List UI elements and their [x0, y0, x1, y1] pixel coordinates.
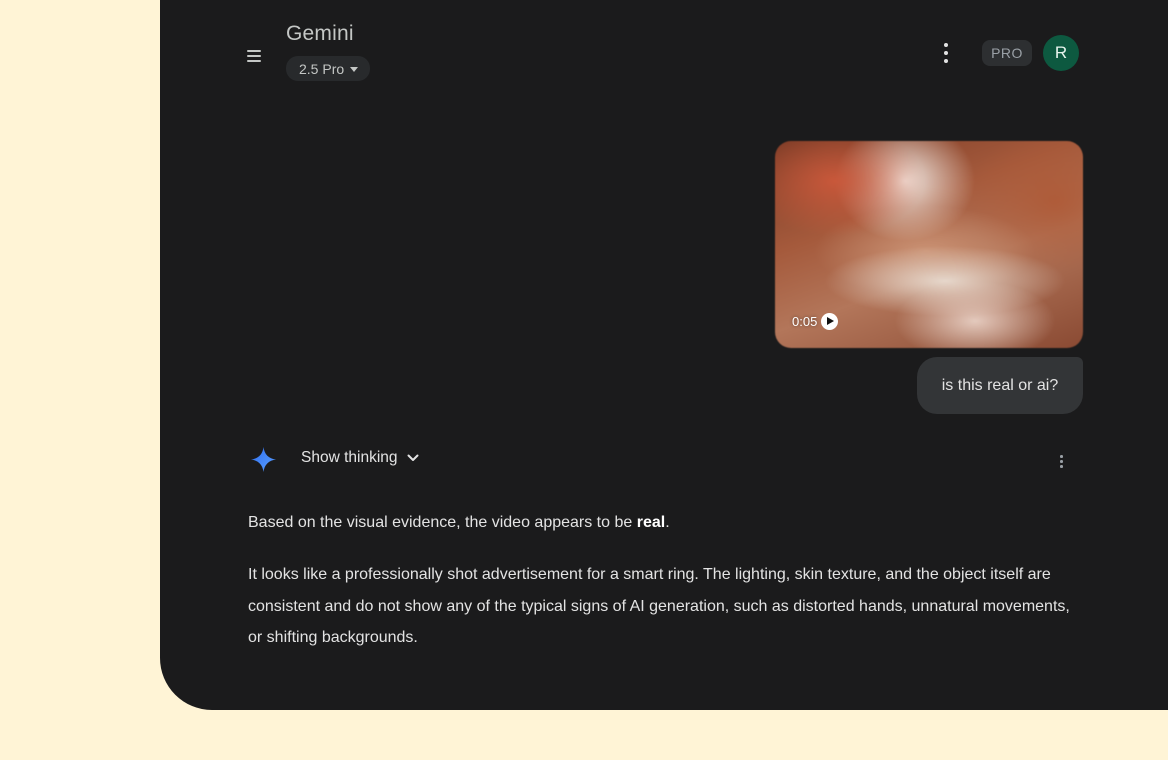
- more-vert-icon-dot: [944, 51, 948, 55]
- more-options-button[interactable]: [936, 40, 956, 66]
- more-vert-icon: [944, 43, 948, 47]
- more-vert-icon-dot: [1060, 460, 1063, 463]
- response-paragraph-2: It looks like a professionally shot adve…: [248, 566, 1070, 646]
- user-message-bubble: is this real or ai?: [917, 357, 1083, 414]
- menu-icon-bar: [247, 60, 261, 62]
- model-label: 2.5 Pro: [299, 60, 345, 77]
- video-duration: 0:05: [792, 314, 818, 329]
- caret-down-icon: [350, 66, 359, 72]
- more-vert-icon-dot: [1060, 465, 1063, 468]
- response-more-options-button[interactable]: [1054, 452, 1068, 470]
- play-icon[interactable]: [821, 313, 839, 330]
- app-title: Gemini: [286, 22, 354, 45]
- user-message-text: is this real or ai?: [941, 376, 1059, 394]
- menu-icon-bar: [247, 55, 261, 57]
- show-thinking-toggle[interactable]: Show thinking: [301, 449, 420, 467]
- pro-badge: PRO: [982, 40, 1032, 66]
- gemini-sparkle-icon: [250, 446, 277, 473]
- response-p1-bold: real: [636, 514, 666, 531]
- video-duration-overlay: 0:05: [792, 313, 839, 330]
- response-paragraph-1: Based on the visual evidence, the video …: [248, 511, 670, 535]
- more-vert-icon: [1060, 455, 1063, 458]
- show-thinking-label: Show thinking: [301, 449, 398, 466]
- menu-button[interactable]: [244, 46, 264, 66]
- app-window: Gemini 2.5 Pro PRO R 0:05 is this real o…: [160, 0, 1168, 710]
- avatar[interactable]: R: [1043, 35, 1079, 71]
- more-vert-icon-dot: [944, 59, 948, 63]
- chevron-down-icon: [407, 454, 419, 461]
- menu-icon-bar: [247, 50, 261, 52]
- response-p1-suffix: .: [665, 514, 670, 531]
- model-selector[interactable]: 2.5 Pro: [286, 56, 371, 81]
- response-p1-prefix: Based on the visual evidence, the video …: [248, 514, 637, 531]
